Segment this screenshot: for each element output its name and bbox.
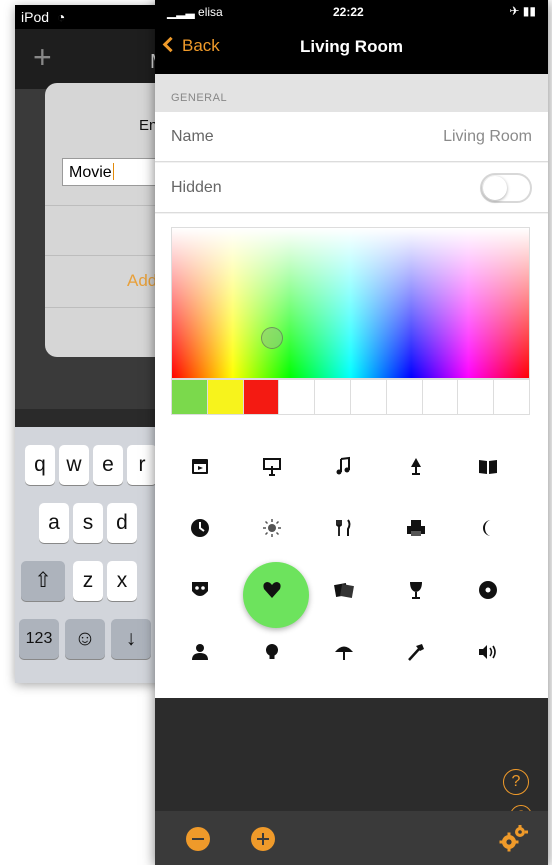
text-caret [112, 163, 114, 180]
heart-icon[interactable] [242, 560, 302, 620]
color-swatch[interactable] [172, 380, 208, 414]
speaker-icon[interactable] [458, 622, 518, 682]
add-button[interactable]: Add [127, 271, 157, 291]
color-swatch[interactable] [494, 380, 529, 414]
name-value[interactable]: Living Room [443, 128, 532, 146]
hidden-row: Hidden [155, 163, 548, 213]
numbers-key[interactable]: 123 [19, 619, 59, 659]
color-swatch[interactable] [422, 380, 459, 414]
add-button[interactable] [251, 827, 275, 851]
gear-icon[interactable] [498, 825, 528, 853]
device-name: iPod [21, 9, 50, 25]
color-picker[interactable] [171, 227, 530, 379]
sun-icon[interactable] [242, 498, 302, 558]
color-swatch[interactable] [350, 380, 387, 414]
mask-icon[interactable] [170, 560, 230, 620]
room-settings-screen: ▁▂▃ elisa 22:22 ✈ ▮▮ Back Living Room GE… [155, 0, 548, 865]
book-icon[interactable] [458, 436, 518, 496]
color-swatch[interactable] [315, 380, 351, 414]
remove-button[interactable] [186, 827, 210, 851]
color-and-icon-area: ? [155, 214, 548, 827]
emoji-key[interactable]: ☺ [65, 619, 105, 659]
moon-icon[interactable] [458, 498, 518, 558]
umbrella-icon[interactable] [314, 622, 374, 682]
key-w[interactable]: w [59, 445, 89, 485]
bulb-icon[interactable] [242, 622, 302, 682]
recent-color-swatches [171, 379, 530, 415]
carrier-label: ▁▂▃ elisa [167, 5, 223, 19]
person-icon[interactable] [170, 622, 230, 682]
status-bar: ▁▂▃ elisa 22:22 ✈ ▮▮ [155, 0, 548, 22]
wifi-icon: ◔ [56, 9, 66, 25]
key-s[interactable]: s [73, 503, 103, 543]
minus-icon [192, 838, 204, 840]
color-swatch[interactable] [458, 380, 495, 414]
battery-icon: ✈ ▮▮ [509, 4, 536, 18]
cutlery-icon[interactable] [314, 498, 374, 558]
key-a[interactable]: a [39, 503, 69, 543]
help-icon[interactable]: ? [503, 769, 529, 795]
hammer-icon[interactable] [386, 622, 446, 682]
settings-content: GENERAL Name Living Room Hidden ? [155, 74, 548, 827]
clock-icon[interactable] [170, 498, 230, 558]
name-row[interactable]: Name Living Room [155, 112, 548, 162]
toggle-knob [483, 176, 507, 200]
page-title: Living Room [300, 37, 403, 56]
color-swatch[interactable] [386, 380, 423, 414]
hidden-toggle[interactable] [480, 173, 532, 203]
key-r[interactable]: r [127, 445, 157, 485]
color-cursor[interactable] [261, 327, 283, 349]
key-x[interactable]: x [107, 561, 137, 601]
section-header: GENERAL [155, 74, 548, 112]
bottom-toolbar [155, 811, 548, 865]
key-e[interactable]: e [93, 445, 123, 485]
nav-bar: Back Living Room [155, 22, 548, 74]
wine-glass-icon[interactable] [386, 560, 446, 620]
printer-icon[interactable] [386, 498, 446, 558]
film-icon[interactable] [170, 436, 230, 496]
lamp-icon[interactable] [386, 436, 446, 496]
color-swatch[interactable] [279, 380, 316, 414]
hidden-label: Hidden [171, 179, 222, 196]
shift-key[interactable]: ⇧ [21, 561, 65, 601]
key-d[interactable]: d [107, 503, 137, 543]
photos-icon[interactable] [314, 560, 374, 620]
music-note-icon[interactable] [314, 436, 374, 496]
screen-icon[interactable] [242, 436, 302, 496]
key-q[interactable]: q [25, 445, 55, 485]
add-icon[interactable]: + [33, 39, 52, 76]
color-swatch[interactable] [207, 380, 244, 414]
color-swatch[interactable] [243, 380, 280, 414]
key-z[interactable]: z [73, 561, 103, 601]
cd-icon[interactable] [458, 560, 518, 620]
status-time: 22:22 [333, 5, 364, 19]
microphone-icon[interactable]: ↓ [111, 619, 151, 659]
name-label: Name [171, 128, 214, 145]
